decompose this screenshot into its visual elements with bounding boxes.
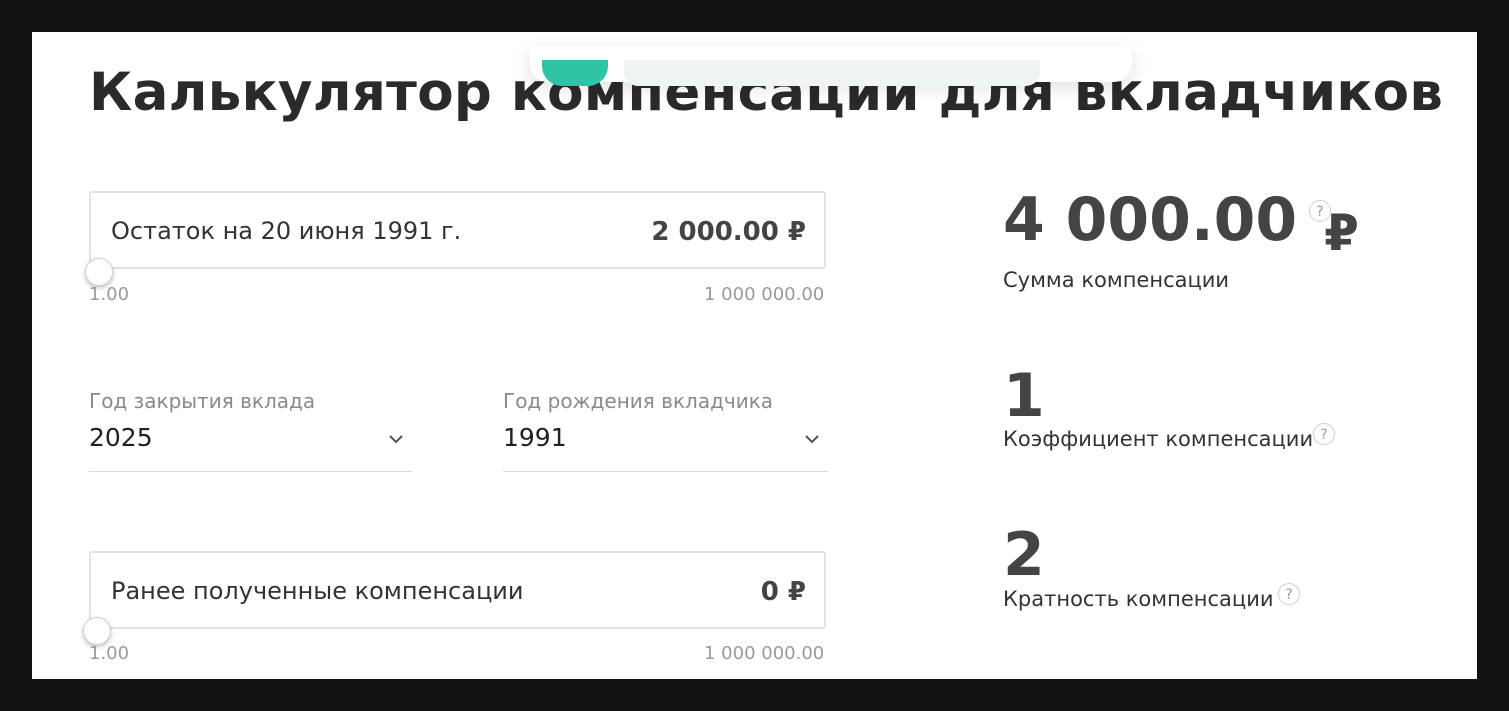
close-year-value[interactable]: 2025 [89,423,153,452]
logo-icon[interactable] [542,60,608,86]
compensation-multiplicity-caption: Кратность компенсации [1003,587,1274,611]
close-year-select[interactable]: Год закрытия вклада 2025 [89,389,412,472]
balance-range-max: 1 000 000.00 [704,284,825,305]
balance-input-label: Остаток на 20 июня 1991 г. [111,217,462,245]
birth-year-select[interactable]: Год рождения вкладчика 1991 [503,389,828,472]
balance-range-min: 1.00 [89,284,130,305]
birth-year-value[interactable]: 1991 [503,423,567,452]
help-icon[interactable]: ? [1313,423,1335,445]
previous-compensation-input[interactable]: Ранее полученные компенсации 0 ₽ [89,551,826,629]
birth-year-label: Год рождения вкладчика [503,389,774,413]
help-icon[interactable]: ? [1278,583,1300,605]
top-navigation-bar [530,46,1132,86]
previous-compensation-slider-handle[interactable] [83,617,111,645]
previous-range-max: 1 000 000.00 [704,643,825,664]
chevron-down-icon[interactable] [802,429,822,449]
compensation-coefficient: 1 [1003,361,1045,431]
previous-compensation-value[interactable]: 0 ₽ [761,577,806,607]
compensation-sum: 4 000.00 ₽ [1003,190,1359,258]
nav-search-bar[interactable] [624,60,1040,86]
close-year-label: Год закрытия вклада [89,389,316,413]
help-icon[interactable]: ? [1309,200,1331,222]
compensation-coefficient-caption: Коэффициент компенсации [1003,427,1314,451]
balance-slider-handle[interactable] [85,258,113,286]
previous-range-min: 1.00 [89,643,130,664]
compensation-sum-value: 4 000.00 [1003,185,1298,255]
balance-input-value[interactable]: 2 000.00 ₽ [651,217,806,247]
compensation-sum-caption: Сумма компенсации [1003,268,1230,292]
chevron-down-icon[interactable] [386,429,406,449]
balance-input[interactable]: Остаток на 20 июня 1991 г. 2 000.00 ₽ [89,191,826,269]
previous-compensation-label: Ранее полученные компенсации [111,577,524,605]
compensation-multiplicity: 2 [1003,520,1045,590]
